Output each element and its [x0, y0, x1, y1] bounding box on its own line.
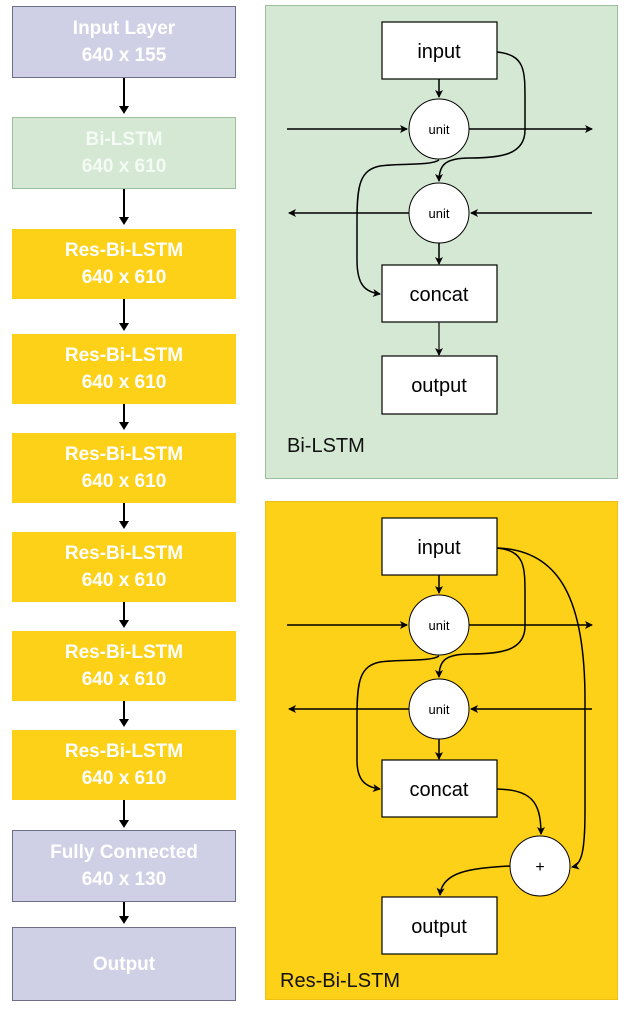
- backward-unit-label: unit: [429, 206, 450, 221]
- output-node-label: output: [411, 916, 467, 938]
- forward-unit-label: unit: [429, 122, 450, 137]
- bilstm-panel-title: Bi-LSTM: [287, 435, 365, 457]
- add-node-label: +: [535, 859, 544, 876]
- forward-unit-label: unit: [429, 618, 450, 633]
- detail-diagrams: input unit unit concat output Bi-LSTM in…: [280, 21, 593, 992]
- concat-node-label: concat: [410, 779, 469, 801]
- residual-skip-arrow: [496, 547, 586, 870]
- backward-unit-label: unit: [429, 702, 450, 717]
- concat-node-label: concat: [410, 284, 469, 306]
- input-node-label: input: [417, 537, 461, 559]
- bilstm-diagram: input unit unit concat output Bi-LSTM: [287, 21, 593, 457]
- res-bilstm-diagram: input unit unit concat + output Res-Bi-L…: [280, 517, 593, 992]
- output-node-label: output: [411, 375, 467, 397]
- add-to-output-arrow: [436, 865, 511, 896]
- concat-to-add-arrow: [496, 788, 545, 835]
- input-node-label: input: [417, 41, 461, 63]
- res-bilstm-panel-title: Res-Bi-LSTM: [280, 970, 400, 992]
